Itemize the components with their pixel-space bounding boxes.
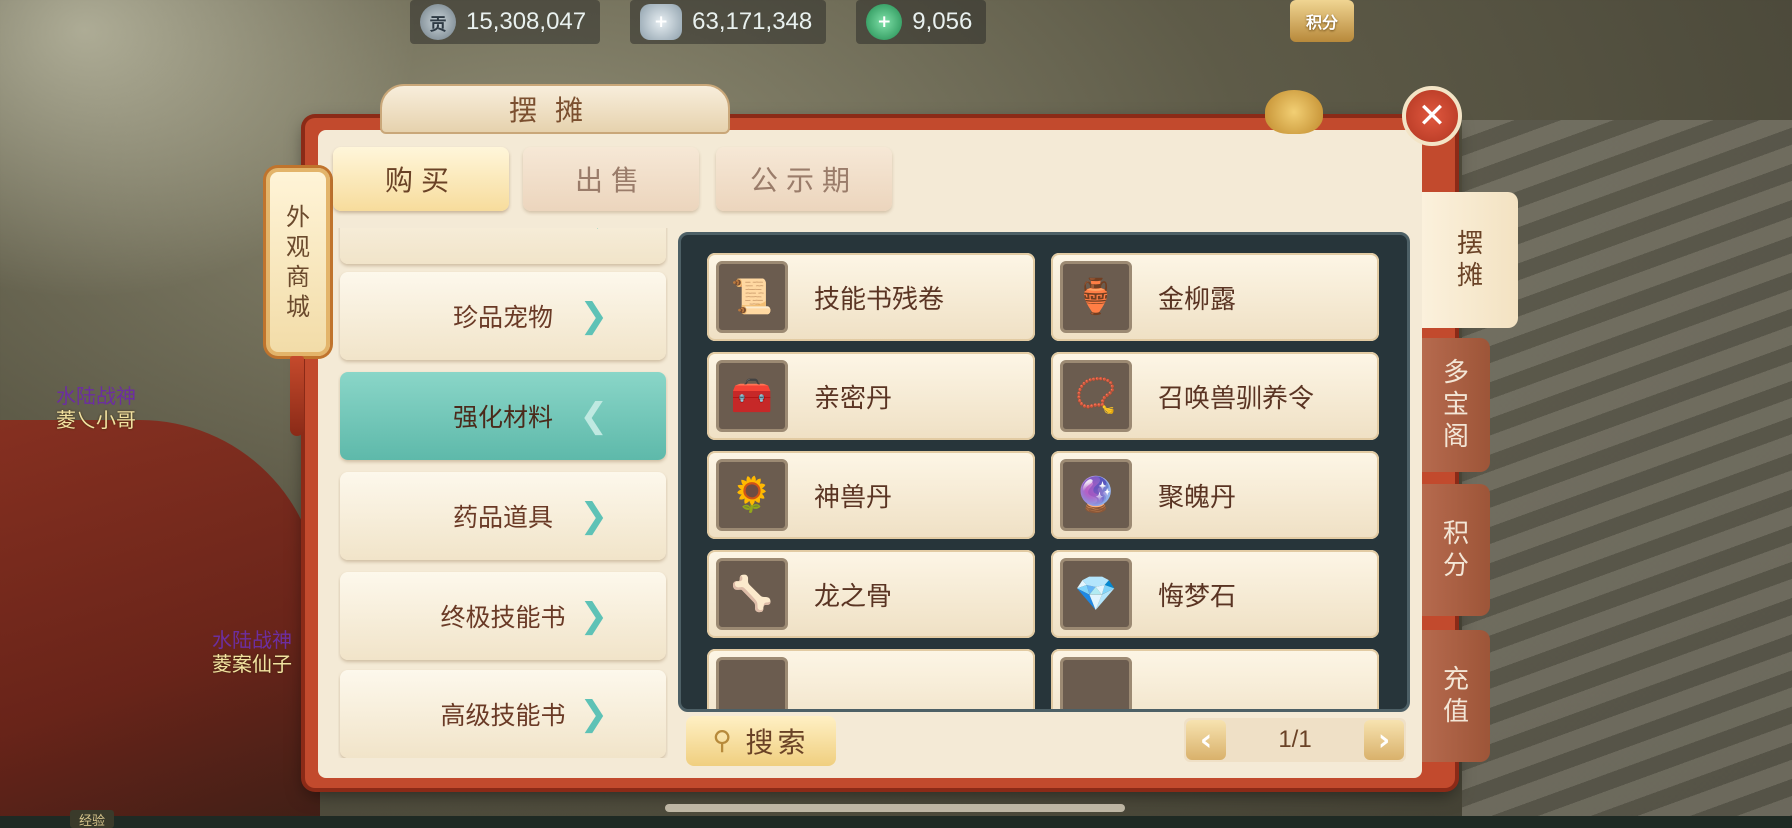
item-card[interactable]: 🧰 亲密丹: [707, 352, 1035, 440]
player-title: 水陆战神: [212, 628, 292, 652]
category-label: 终极技能书: [440, 603, 566, 632]
item-card[interactable]: 🦴 龙之骨: [707, 550, 1035, 638]
chevron-left-icon: ❮: [579, 396, 609, 436]
tab-sell[interactable]: 出售: [523, 147, 699, 211]
exp-label: 经验: [70, 810, 114, 828]
sign-char: 商: [286, 263, 310, 291]
category-label: 强化材料: [452, 403, 553, 432]
category-label: 药品道具: [452, 503, 553, 532]
panel-title: 摆摊: [380, 84, 730, 134]
category-partial[interactable]: ›: [340, 228, 666, 264]
item-card[interactable]: 📜 技能书残卷: [707, 253, 1035, 341]
stone-icon: 💎: [1060, 558, 1132, 630]
exp-bar: [0, 816, 1792, 828]
appearance-mall-sign[interactable]: 外 观 商 城: [266, 168, 330, 356]
currency-contribution: 贡 15,308,047: [410, 0, 601, 44]
item-card-partial[interactable]: [707, 649, 1035, 709]
tab-char: 阁: [1442, 422, 1469, 452]
category-item[interactable]: 药品道具 ❯: [340, 472, 666, 560]
purple-orb-icon: [716, 657, 788, 709]
contribution-coin-icon: 贡: [420, 4, 456, 40]
currency-jade[interactable]: + 9,056: [856, 0, 987, 44]
item-name: 召唤兽驯养令: [1158, 383, 1315, 414]
item-card[interactable]: 🔮 聚魄丹: [1051, 451, 1379, 539]
close-button[interactable]: ✕: [1402, 86, 1462, 146]
category-item[interactable]: 终极技能书 ❯: [340, 572, 666, 660]
item-name: 神兽丹: [814, 482, 893, 513]
chevron-right-icon: ❯: [579, 496, 609, 536]
silver-ingot-icon[interactable]: +: [640, 4, 683, 40]
right-tab-stall[interactable]: 摆 摊: [1422, 192, 1518, 328]
tab-char: 宝: [1442, 390, 1469, 420]
currency-bar: 贡 15,308,047 + 63,171,348 + 9,056: [410, 0, 987, 44]
category-item[interactable]: 珍品宠物 ❯: [340, 272, 666, 360]
skill-book-scroll-icon: 📜: [716, 261, 788, 333]
right-tab-recharge[interactable]: 充 值: [1422, 630, 1490, 762]
tab-char: 多: [1442, 358, 1469, 388]
chevron-right-icon: ›: [594, 228, 608, 240]
tassel-decoration: [290, 356, 304, 436]
tab-char: 摊: [1456, 261, 1483, 291]
score-button[interactable]: 积分: [1290, 0, 1354, 42]
golden-toad-icon: [1265, 90, 1323, 134]
item-name: 技能书残卷: [814, 284, 945, 315]
chevron-right-icon: ❯: [579, 596, 609, 636]
pagination: ‹ 1/1 ›: [1184, 718, 1406, 762]
crystal-orb-icon: 🔮: [1060, 459, 1132, 531]
silver-value: 63,171,348: [692, 8, 813, 35]
tab-char: 摆: [1456, 229, 1483, 259]
player-name: 菱乀小哥: [56, 408, 136, 432]
item-card[interactable]: 📿 召唤兽驯养令: [1051, 352, 1379, 440]
player-name: 菱案仙子: [212, 652, 292, 676]
chevron-right-icon: ❯: [579, 296, 609, 336]
item-name: 金柳露: [1158, 284, 1237, 315]
background-carpet: [0, 420, 320, 828]
item-name: 龙之骨: [814, 581, 893, 612]
jade-value: 9,056: [912, 8, 973, 35]
sign-char: 城: [286, 293, 310, 321]
search-label: 搜索: [745, 726, 810, 759]
sign-char: 观: [286, 233, 310, 261]
vase-icon: 🏺: [1060, 261, 1132, 333]
item-grid[interactable]: 📜 技能书残卷 🏺 金柳露 🧰 亲密丹 📿 召唤兽驯养令 🌻 神兽丹 🔮 聚魄丹…: [678, 232, 1410, 712]
player-name-tag[interactable]: 水陆战神 菱案仙子: [212, 628, 292, 676]
tab-buy[interactable]: 购买: [333, 147, 509, 211]
player-name-tag[interactable]: 水陆战神 菱乀小哥: [56, 384, 136, 432]
category-item[interactable]: 高级技能书 ❯: [340, 670, 666, 758]
item-card[interactable]: 🌻 神兽丹: [707, 451, 1035, 539]
treasure-chest-icon: 🧰: [716, 360, 788, 432]
right-tab-points[interactable]: 积 分: [1422, 484, 1490, 616]
tab-notice[interactable]: 公示期: [716, 147, 892, 211]
player-title: 水陆战神: [56, 384, 136, 408]
search-button[interactable]: ⚲ 搜索: [686, 716, 836, 766]
item-card[interactable]: 💎 悔梦石: [1051, 550, 1379, 638]
home-indicator: [665, 804, 1125, 812]
sign-char: 外: [286, 203, 310, 231]
token-icon: 📿: [1060, 360, 1132, 432]
category-item-active[interactable]: 强化材料 ❮: [340, 372, 666, 460]
iron-ore-icon: [1060, 657, 1132, 709]
item-card[interactable]: 🏺 金柳露: [1051, 253, 1379, 341]
bone-box-icon: 🦴: [716, 558, 788, 630]
item-card-partial[interactable]: [1051, 649, 1379, 709]
tab-char: 值: [1442, 697, 1469, 727]
tab-char: 分: [1442, 551, 1469, 581]
category-label: 珍品宠物: [452, 303, 553, 332]
category-list[interactable]: › 珍品宠物 ❯ 强化材料 ❮ 药品道具 ❯ 终极技能书 ❯ 高级技能书 ❯: [338, 228, 668, 758]
search-icon: ⚲: [712, 726, 736, 756]
contribution-value: 15,308,047: [466, 8, 587, 35]
item-name: 悔梦石: [1158, 581, 1237, 612]
right-tab-treasure-pavilion[interactable]: 多 宝 阁: [1422, 338, 1490, 472]
item-name: 聚魄丹: [1158, 482, 1237, 513]
tab-char: 充: [1442, 665, 1469, 695]
item-name: 亲密丹: [814, 383, 893, 414]
golden-flower-icon: 🌻: [716, 459, 788, 531]
category-label: 高级技能书: [440, 701, 566, 730]
chevron-right-icon: ❯: [579, 694, 609, 734]
tab-char: 积: [1442, 519, 1469, 549]
next-page-button[interactable]: ›: [1364, 720, 1404, 760]
currency-silver[interactable]: + 63,171,348: [630, 0, 827, 44]
jade-icon[interactable]: +: [866, 4, 903, 40]
